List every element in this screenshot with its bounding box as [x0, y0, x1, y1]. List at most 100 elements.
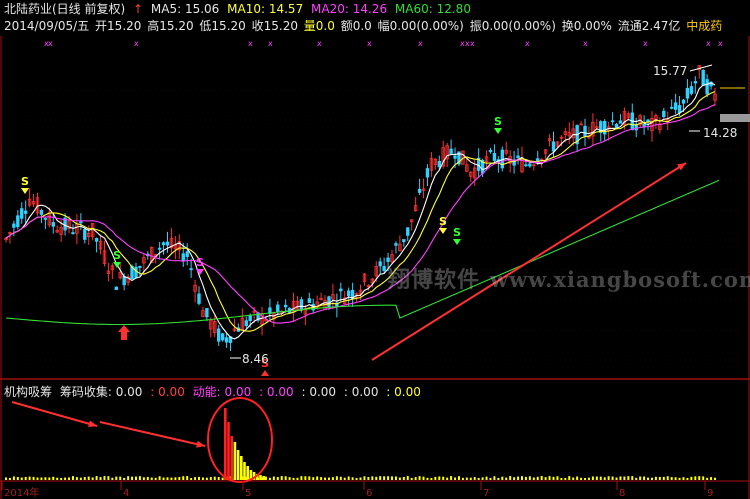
- open-label: 开15.20: [95, 19, 142, 33]
- ma20-value: MA20: 14.26: [311, 2, 388, 16]
- indicator-bar: [217, 476, 220, 480]
- indicator-bar: [296, 477, 299, 480]
- indicator-bar: [682, 477, 685, 480]
- indicator-bar: [142, 477, 145, 480]
- indicator-bar: [548, 476, 551, 480]
- candle-body: [205, 308, 209, 318]
- indicator-bar: [355, 477, 358, 480]
- indicator-bar: [465, 477, 468, 480]
- candle-body: [618, 120, 623, 124]
- indicator-bar: [131, 476, 134, 480]
- marker-icon: x: [418, 39, 423, 48]
- indicator-bar: [174, 477, 177, 480]
- buy-arrow-icon: [118, 325, 130, 332]
- indicator-bar: [221, 477, 224, 480]
- indicator-bar: [643, 476, 646, 480]
- indicator-value-4: : 0.00: [259, 385, 294, 399]
- candle-body: [79, 221, 83, 224]
- float-cap-label: 流通2.47亿: [617, 19, 681, 33]
- candle-body: [122, 276, 126, 286]
- indicator-bar: [158, 476, 161, 480]
- candle-body: [528, 163, 532, 167]
- candle-body: [516, 155, 520, 159]
- high-price-label: 15.77: [653, 64, 688, 78]
- indicator-bar: [150, 477, 153, 480]
- indicator-bar: [198, 476, 201, 480]
- indicator-bar: [619, 476, 622, 480]
- marker-icon: x: [48, 39, 53, 48]
- candle-body: [677, 105, 682, 114]
- indicator-bar: [524, 476, 527, 480]
- indicator-bar: [379, 476, 382, 480]
- kline-chart[interactable]: SSSSSSSx x x x x x x x x x x x x x x x2014年 4 5 6 7 8 9: [0, 0, 750, 499]
- marker-icon: x: [718, 39, 723, 48]
- indicator-bar: [627, 476, 630, 480]
- sector-label[interactable]: 中成药: [686, 19, 722, 33]
- indicator-bar: [186, 476, 189, 480]
- indicator-bar: [162, 477, 165, 480]
- indicator-bar: [714, 477, 716, 480]
- signal-arrow-icon: [196, 269, 204, 275]
- indicator-bar: [430, 477, 433, 480]
- indicator-bar: [107, 476, 110, 480]
- up-arrow-icon: ↑: [133, 2, 144, 16]
- marker-icon: x: [134, 39, 139, 48]
- watermark: 翔博软件 www.xiangbosoft.com: [388, 262, 750, 294]
- header-row-2: 2014/09/05/五 开15.20 高15.20 低15.20 收15.20…: [4, 19, 726, 33]
- indicator-bar: [654, 476, 657, 480]
- indicator-bar: [650, 477, 653, 480]
- marker-icon: x: [367, 39, 372, 48]
- indicator-bar: [623, 476, 626, 480]
- candle-body: [134, 266, 138, 278]
- indicator-bar: [12, 476, 15, 480]
- indicator-bar: [489, 477, 492, 480]
- indicator-bar: [280, 476, 283, 480]
- indicator-spike-bar: [230, 436, 233, 480]
- watermark-url: www.xiangbosoft.com: [490, 267, 750, 292]
- candle-body: [705, 79, 709, 95]
- indicator-bar: [387, 476, 390, 480]
- indicator-bar: [690, 476, 693, 480]
- sell-signal: S: [113, 249, 121, 262]
- amount-label: 额0.0: [340, 19, 372, 33]
- indicator-arrow-1-head: [88, 420, 97, 428]
- indicator-bar: [686, 477, 689, 480]
- indicator-bar: [64, 477, 67, 480]
- indicator-bar: [406, 476, 409, 480]
- indicator-spike-bar: [224, 408, 227, 480]
- indicator-bar: [505, 477, 508, 480]
- indicator-bar: [706, 477, 709, 480]
- signal-arrow-icon: [439, 228, 447, 234]
- candle-body: [185, 251, 189, 257]
- indicator-bar: [56, 477, 59, 480]
- candle-body: [327, 296, 331, 307]
- indicator-bar: [422, 476, 425, 480]
- x-axis-label: 2014年: [4, 486, 39, 499]
- indicator-bar: [469, 477, 472, 480]
- indicator-bar: [454, 477, 457, 480]
- indicator-bar: [438, 476, 441, 480]
- indicator-bar: [284, 476, 287, 480]
- indicator-bar: [343, 477, 346, 480]
- price-tag: [720, 114, 750, 122]
- ma10-value: MA10: 14.57: [227, 2, 304, 16]
- low-price-label: 8.46: [242, 352, 269, 366]
- indicator-bar: [418, 476, 421, 480]
- indicator-bar: [91, 477, 94, 480]
- candle-body: [394, 243, 398, 246]
- indicator-bar: [324, 477, 327, 480]
- current-price-label: 14.28: [703, 126, 738, 140]
- indicator-bar: [327, 477, 330, 480]
- indicator-bar: [320, 477, 323, 480]
- candle-body: [114, 286, 118, 291]
- candle-body: [20, 208, 24, 219]
- turnover-label: 换0.00%: [561, 19, 612, 33]
- indicator-bar: [32, 476, 35, 480]
- indicator-bar: [48, 477, 51, 480]
- indicator-bar: [702, 476, 705, 480]
- indicator-spike-bar: [233, 442, 237, 480]
- indicator-name[interactable]: 机构吸筹: [4, 385, 52, 399]
- power-value: 动能: 0.00: [192, 385, 252, 399]
- indicator-bar: [658, 476, 661, 480]
- indicator-bar: [182, 476, 185, 480]
